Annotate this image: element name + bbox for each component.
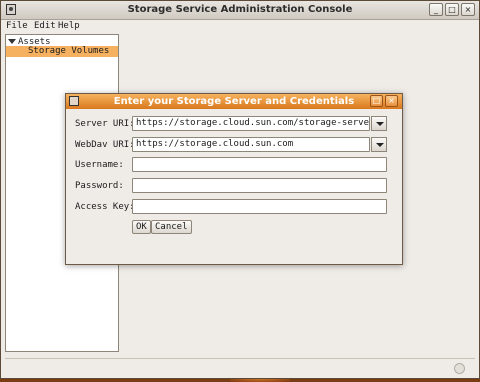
status-indicator-icon	[454, 363, 465, 374]
status-bar	[5, 358, 475, 376]
webdav-dropdown-icon[interactable]	[371, 137, 387, 152]
access-key-field[interactable]	[132, 199, 387, 214]
window-title: Storage Service Administration Console	[127, 4, 353, 15]
access-key-label: Access Key:	[75, 202, 135, 212]
menubar: File Edit Help	[1, 20, 479, 33]
maximize-button[interactable]: □	[445, 3, 459, 16]
password-field[interactable]	[132, 178, 387, 193]
menu-help[interactable]: Help	[58, 21, 80, 31]
cancel-button[interactable]: Cancel	[151, 220, 192, 234]
dialog-close-button[interactable]: ×	[385, 95, 398, 107]
username-label: Username:	[75, 160, 124, 170]
username-field[interactable]	[132, 157, 387, 172]
window-titlebar[interactable]: Storage Service Administration Console _…	[1, 1, 479, 20]
webdav-uri-combo[interactable]: https://storage.cloud.sun.com	[132, 137, 370, 152]
tree-expand-arrow-icon[interactable]	[8, 39, 16, 44]
menu-file[interactable]: File	[6, 21, 28, 31]
password-label: Password:	[75, 181, 124, 191]
menu-edit[interactable]: Edit	[34, 21, 56, 31]
combo-dropdown-icon[interactable]	[371, 116, 387, 131]
dialog-maximize-button[interactable]: □	[370, 95, 383, 107]
tree-item-storage-volumes[interactable]: Storage Volumes	[6, 46, 118, 57]
dialog-controls: □ ×	[370, 95, 398, 107]
ok-button[interactable]: OK	[132, 220, 151, 234]
close-button[interactable]: ×	[461, 3, 475, 16]
dialog-titlebar[interactable]: Enter your Storage Server and Credential…	[66, 94, 402, 109]
dialog-title: Enter your Storage Server and Credential…	[113, 96, 355, 107]
server-uri-combo[interactable]: https://storage.cloud.sun.com/storage-se…	[132, 116, 370, 131]
webdav-uri-label: WebDav URI:	[75, 140, 135, 150]
credentials-dialog: Enter your Storage Server and Credential…	[65, 93, 403, 265]
window-controls: _ □ ×	[429, 3, 475, 16]
server-uri-label: Server URI:	[75, 119, 135, 129]
minimize-button[interactable]: _	[429, 3, 443, 16]
